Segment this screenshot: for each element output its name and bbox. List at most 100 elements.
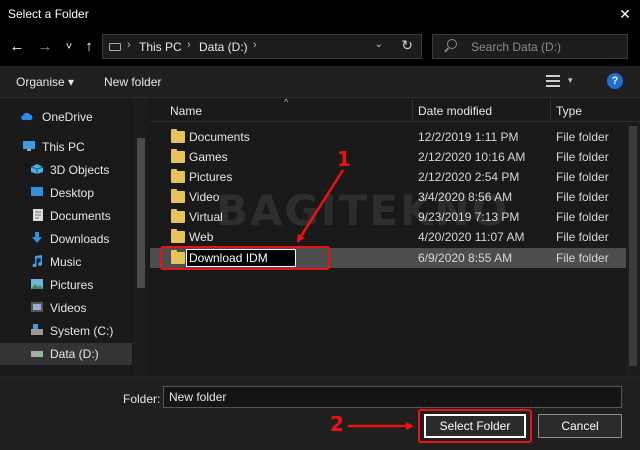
sidebar-item-label: 3D Objects [50,163,110,177]
scrollbar-thumb[interactable] [137,138,145,288]
drive-icon [31,351,43,357]
file-name: Web [189,230,214,244]
command-bar: Organise ▾ New folder ▾ ? [0,66,640,98]
file-name: Documents [189,130,250,144]
annotation-box-2 [418,409,532,443]
breadcrumb-separator-icon: › [127,39,131,51]
sidebar-item-videos[interactable]: Videos [0,297,132,319]
sidebar-item-label: This PC [42,140,85,154]
column-headers: ^ Name Date modified Type [150,97,640,122]
up-arrow-icon[interactable]: ↑ [78,37,100,57]
table-row[interactable]: Pictures 2/12/2020 2:54 PM File folder [150,167,628,187]
sidebar-item-label: Pictures [50,278,94,292]
cloud-icon [21,112,33,120]
file-name: Pictures [189,170,233,184]
search-icon [447,39,457,49]
cancel-button[interactable]: Cancel [538,414,622,438]
sidebar-item-pictures[interactable]: Pictures [0,274,132,296]
folder-name-field[interactable] [163,386,622,408]
download-arrow-icon [32,232,42,243]
file-type: File folder [556,170,609,184]
sidebar-scrollbar[interactable] [134,98,148,376]
file-type: File folder [556,210,609,224]
recent-locations-chevron-icon[interactable]: ˅ [58,37,80,57]
column-type[interactable]: Type [556,104,582,118]
folder-icon [171,169,185,183]
sidebar-item-downloads[interactable]: Downloads [0,228,132,250]
scrollbar-thumb[interactable] [629,126,637,366]
system-drive-icon [31,324,43,335]
file-name: Video [189,190,220,204]
annotation-number-2: 2 [330,412,344,436]
view-dropdown-icon[interactable]: ▾ [568,75,573,86]
sort-ascending-icon: ^ [284,97,289,107]
organise-button[interactable]: Organise ▾ [16,75,74,89]
file-list: ^ Name Date modified Type Documents 12/2… [150,97,640,376]
sidebar-item-documents[interactable]: Documents [0,205,132,227]
drive-icon [109,43,121,51]
sidebar-item-3d-objects[interactable]: 3D Objects [0,159,132,181]
folder-icon [171,189,185,203]
address-dropdown-icon[interactable]: ⌄ [375,39,383,50]
sidebar-item-label: System (C:) [50,324,114,338]
file-type: File folder [556,251,609,265]
sidebar-item-label: Music [50,255,82,269]
new-folder-button[interactable]: New folder [104,75,161,89]
address-row: ← → ˅ ↑ › This PC › Data (D:) › ⌄ ↻ Sear… [0,28,640,66]
video-icon [31,302,43,312]
sidebar-item-this-pc[interactable]: This PC [0,136,132,158]
sidebar-item-label: Documents [50,209,111,223]
help-icon[interactable]: ? [607,73,623,89]
watermark: BAGITEKNO [216,186,510,235]
dialog-footer: Folder: Select Folder Cancel [0,380,640,450]
sidebar-item-data-d[interactable]: Data (D:) [0,343,132,365]
folder-icon [171,209,185,223]
sidebar-item-label: OneDrive [42,110,93,124]
computer-icon [23,141,35,151]
sidebar-item-music[interactable]: Music [0,251,132,273]
sidebar-item-label: Videos [50,301,87,315]
column-divider[interactable] [412,98,413,122]
column-date-modified[interactable]: Date modified [418,104,492,118]
folder-label: Folder: [123,392,161,406]
back-arrow-icon[interactable]: ← [6,37,28,57]
sidebar-item-label: Downloads [50,232,110,246]
search-placeholder: Search Data (D:) [471,40,562,54]
table-row[interactable]: Games 2/12/2020 10:16 AM File folder [150,147,628,167]
search-box[interactable]: Search Data (D:) [432,34,628,59]
document-icon [33,209,43,221]
file-date: 12/2/2019 1:11 PM [418,130,519,144]
forward-arrow-icon[interactable]: → [34,37,56,57]
file-date: 2/12/2020 2:54 PM [418,170,520,184]
column-divider[interactable] [550,98,551,122]
sidebar-item-onedrive[interactable]: OneDrive [0,106,132,128]
address-bar[interactable]: › This PC › Data (D:) › ⌄ ↻ [102,34,422,59]
folder-icon [171,149,185,163]
navigation-pane: OneDrive This PC 3D Objects Desktop Docu… [0,98,150,376]
table-row[interactable]: Documents 12/2/2019 1:11 PM File folder [150,127,628,147]
desktop-icon [31,187,43,196]
window-title: Select a Folder [8,7,89,21]
music-note-icon [32,255,43,267]
column-name[interactable]: Name [170,104,202,118]
breadcrumb-separator-icon: › [187,39,191,51]
view-options-icon[interactable] [546,75,560,87]
file-type: File folder [556,230,609,244]
sidebar-item-desktop[interactable]: Desktop [0,182,132,204]
file-list-scrollbar[interactable] [626,122,640,376]
file-date: 2/12/2020 10:16 AM [418,150,526,164]
title-bar: Select a Folder ✕ [0,0,640,28]
breadcrumb-data-d[interactable]: Data (D:) [199,40,248,54]
folder-icon [171,229,185,243]
file-date: 6/9/2020 8:55 AM [418,251,513,265]
folder-icon [171,129,185,143]
refresh-icon[interactable]: ↻ [401,37,413,54]
file-name: Games [189,150,228,164]
breadcrumb-separator-icon: › [253,39,257,51]
breadcrumb-this-pc[interactable]: This PC [139,40,182,54]
sidebar-item-system-c[interactable]: System (C:) [0,320,132,342]
cube-icon [30,164,44,174]
file-type: File folder [556,190,609,204]
annotation-box-1 [160,246,330,270]
close-button[interactable]: ✕ [610,0,640,28]
